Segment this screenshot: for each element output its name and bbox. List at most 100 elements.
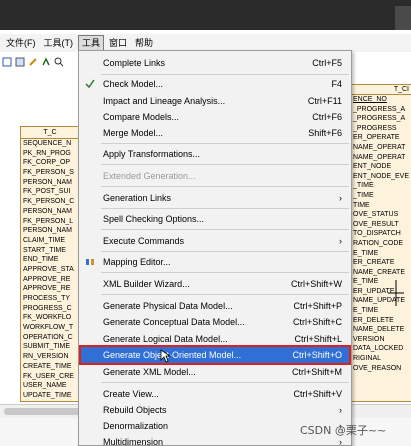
separator <box>101 143 349 144</box>
entity-right-column: RATION_CODE <box>353 239 404 247</box>
separator <box>101 164 349 165</box>
entity-left-column: PK_RN_PROG <box>23 149 71 157</box>
menu-item-apply-transformations[interactable]: Apply Transformations... <box>80 145 350 163</box>
submenu-arrow-icon: › <box>339 437 342 446</box>
entity-right-column: E_TIME <box>353 307 379 315</box>
menu-item-execute-commands[interactable]: Execute Commands › <box>80 232 350 250</box>
entity-right-column: NAME_DELETE <box>353 326 405 334</box>
submenu-arrow-icon: › <box>339 405 342 415</box>
entity-left-column: FK_CORP_OP <box>23 159 71 167</box>
entity-left-column: PERSON_NAM <box>23 227 73 235</box>
entity-left[interactable]: T_C SEQUENCE_N PK_RN_PROG FK_CORP_OP FK_PER… <box>20 126 80 402</box>
entity-left-column: FK_WORKFLO <box>23 314 72 322</box>
entity-right-column: _PROGRESS <box>353 124 397 132</box>
menu-window[interactable]: 窗口 <box>106 35 130 51</box>
entity-left-column: FK_POST_SUI <box>23 188 71 196</box>
entity-right-column: ENT_NODE_EVE <box>353 172 410 180</box>
entity-right-column: OVE_STATUS <box>353 211 399 219</box>
entity-right-column: ENT_NODE <box>353 163 392 171</box>
menu-item-generate-cdm[interactable]: Generate Conceptual Data Model... Ctrl+Sh… <box>80 313 350 331</box>
menu-item-generation-links[interactable]: Generation Links › <box>80 189 350 207</box>
entity-left-column: SUBMIT_TIME <box>23 343 71 351</box>
entity-right-column: NAME_OPERAT <box>353 143 406 151</box>
entity-right-column: ER_DELETE <box>353 316 394 324</box>
separator <box>101 186 349 187</box>
entity-right-column: ER_OPERATE <box>353 134 400 142</box>
entity-left-column: WORKFLOW_T <box>23 324 74 332</box>
pencil-icon[interactable] <box>28 57 38 67</box>
entity-right-title: T_CI <box>351 85 411 95</box>
entity-left-column: END_TIME <box>23 256 59 264</box>
entity-right-column: TO_DISPATCH <box>353 230 401 238</box>
entity-right-column: VERSION <box>353 335 385 343</box>
entity-left-column: FK_PERSON_L <box>23 217 74 225</box>
entity-left-column: FK_PERSON_S <box>23 169 74 177</box>
entity-left-column: START_TIME <box>23 246 66 254</box>
entity-right-column: TIME <box>353 201 370 209</box>
entity-left-column: CLAIM_TIME <box>23 236 66 244</box>
entity-right-column: ENCE_NO <box>353 96 387 103</box>
entity-left-column: APPROVE_RE <box>23 275 71 283</box>
entity-left-column: PROGRESS_C <box>23 304 72 312</box>
tools-dropdown-menu: Complete Links Ctrl+F5 Check Model... F4 I… <box>78 50 352 446</box>
entity-right-column: E_TIME <box>353 249 379 257</box>
top-band <box>0 0 411 30</box>
entity-right-column: NAME_CREATE <box>353 268 405 276</box>
crosshair-cursor-icon <box>388 280 404 306</box>
entity-right-column: _TIME <box>353 182 374 190</box>
select-icon[interactable] <box>2 57 12 67</box>
entity-left-column: FK_PERSON_C <box>23 198 75 206</box>
entity-right[interactable]: T_CI ENCE_NO _PROGRESS_A _PROGRESS_A _PROGR… <box>350 84 411 402</box>
entity-right-column: OVE_REASON <box>353 364 402 372</box>
entity-left-column: CREATE_TIME <box>23 362 72 370</box>
entity-right-column: OVE_RESULT <box>353 220 399 228</box>
entity-right-column: DATA_LOCKED <box>353 345 404 353</box>
entity-right-column: RIGINAL <box>353 355 382 363</box>
entity-left-column: APPROVE_STA <box>23 265 74 273</box>
entity-left-column: UPDATE_TIME <box>23 391 72 399</box>
grid-icon[interactable] <box>15 57 25 67</box>
toolbar <box>0 54 80 70</box>
menu-item-generate-oom[interactable]: Generate Object-Oriented Model... Ctrl+Sh… <box>79 345 351 365</box>
menu-item-generate-xml-model[interactable]: Generate XML Model... Ctrl+Shift+M <box>80 363 350 381</box>
separator <box>101 229 349 230</box>
menu-item-complete-links[interactable]: Complete Links Ctrl+F5 <box>80 54 350 72</box>
submenu-arrow-icon: › <box>339 193 342 203</box>
entity-left-column: RN_VERSION <box>23 353 69 361</box>
entity-right-column: ER_CREATE <box>353 259 395 267</box>
entity-left-column: SEQUENCE_N <box>23 140 72 147</box>
top-band-dim <box>395 6 411 30</box>
menu-item-mapping-editor[interactable]: Mapping Editor... <box>80 253 350 271</box>
separator <box>101 272 349 273</box>
mapping-editor-icon <box>86 259 94 265</box>
entity-left-column: USER_NAME <box>23 382 67 390</box>
link-icon[interactable] <box>41 57 51 67</box>
entity-left-column: PERSON_NAM <box>23 178 73 186</box>
separator <box>101 382 349 383</box>
entity-left-title: T_C <box>21 127 79 139</box>
separator <box>101 251 349 252</box>
entity-right-column: NAME_OPERAT <box>353 153 406 161</box>
menu-tools[interactable]: 工具 <box>78 35 105 51</box>
entity-left-column: PROCESS_TY <box>23 295 71 302</box>
menu-tools-1[interactable]: 工具(T) <box>41 35 77 51</box>
menu-help[interactable]: 帮助 <box>132 35 156 51</box>
check-model-icon <box>85 79 95 89</box>
entity-right-column: _PROGRESS_A <box>353 105 406 113</box>
menu-item-spell-checking[interactable]: Spell Checking Options... <box>80 210 350 228</box>
watermark: CSDN @栗子~~ <box>300 424 387 437</box>
entity-left-column: PERSON_NAM <box>23 207 73 215</box>
entity-left-column: FK_USER_CRE <box>23 372 74 380</box>
menu-file[interactable]: 文件(F) <box>3 35 39 51</box>
entity-right-column: _PROGRESS_A <box>353 115 406 123</box>
entity-left-column: OPERATION_C <box>23 333 73 341</box>
separator <box>101 208 349 209</box>
separator <box>101 294 349 295</box>
menu-item-xml-builder[interactable]: XML Builder Wizard... Ctrl+Shift+W <box>80 275 350 293</box>
zoom-icon[interactable] <box>54 57 64 67</box>
submenu-arrow-icon: › <box>339 236 342 246</box>
entity-right-column: _TIME <box>353 191 374 199</box>
menu-item-extended-generation: Extended Generation... <box>103 171 196 181</box>
menu-item-merge-model[interactable]: Merge Model... Shift+F6 <box>80 124 350 142</box>
menu-item-check-model[interactable]: Check Model... F4 <box>80 75 350 93</box>
